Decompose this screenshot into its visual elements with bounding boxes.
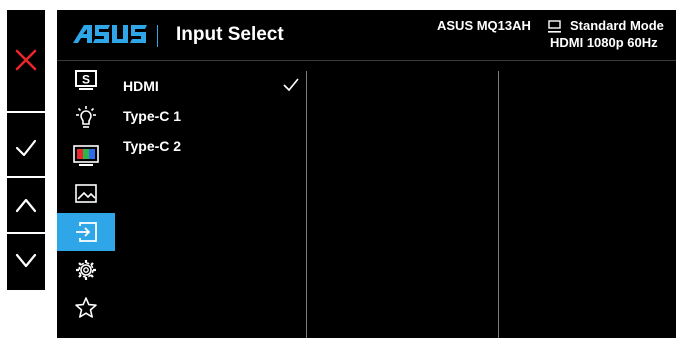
image-icon: [75, 184, 97, 203]
osd-sidebar: S: [57, 61, 115, 338]
confirm-button[interactable]: [7, 122, 45, 174]
gear-icon: [76, 260, 96, 280]
sidebar-item-color[interactable]: [57, 137, 115, 175]
color-icon: [73, 145, 99, 166]
option-hdmi[interactable]: HDMI: [123, 78, 299, 94]
splendid-icon: S: [75, 70, 97, 90]
key-divider: [7, 176, 45, 178]
column-divider: [306, 71, 307, 338]
sidebar-item-system-setup[interactable]: [57, 251, 115, 289]
down-button[interactable]: [7, 236, 45, 286]
sidebar-item-blue-light-filter[interactable]: [57, 99, 115, 137]
star-icon: [75, 297, 97, 318]
key-divider: [7, 111, 45, 113]
page-title: Input Select: [176, 24, 284, 45]
key-divider: [7, 232, 45, 234]
option-label: Type-C 2: [123, 138, 182, 154]
asus-logo: [73, 24, 147, 49]
close-button[interactable]: [7, 32, 45, 88]
sidebar-item-shortcut[interactable]: [57, 289, 115, 327]
check-icon: [15, 139, 37, 157]
hardware-keys: [7, 10, 45, 290]
blue-light-filter-icon: [76, 106, 96, 128]
sidebar-item-splendid[interactable]: S: [57, 61, 115, 99]
selected-check-icon: [283, 78, 299, 95]
svg-text:S: S: [82, 73, 90, 87]
option-label: Type-C 1: [123, 108, 182, 124]
model-name: ASUS MQ13AH: [437, 18, 531, 33]
osd-header: Input Select ASUS MQ13AH Standard Mode H…: [57, 10, 676, 61]
chevron-down-icon: [15, 253, 37, 268]
chevron-up-icon: [15, 198, 37, 213]
mode-label: Standard Mode: [570, 18, 664, 33]
option-label: HDMI: [123, 78, 159, 94]
header-divider: [157, 25, 158, 47]
option-type-c-1[interactable]: Type-C 1: [123, 108, 181, 124]
input-select-icon: [76, 222, 97, 242]
signal-info: HDMI 1080p 60Hz: [550, 35, 658, 50]
close-icon: [15, 49, 37, 71]
option-type-c-2[interactable]: Type-C 2: [123, 138, 181, 154]
osd-menu: Input Select ASUS MQ13AH Standard Mode H…: [57, 10, 676, 338]
sidebar-item-image[interactable]: [57, 175, 115, 213]
column-divider: [498, 71, 499, 338]
sidebar-item-input-select[interactable]: [57, 213, 115, 251]
up-button[interactable]: [7, 180, 45, 230]
